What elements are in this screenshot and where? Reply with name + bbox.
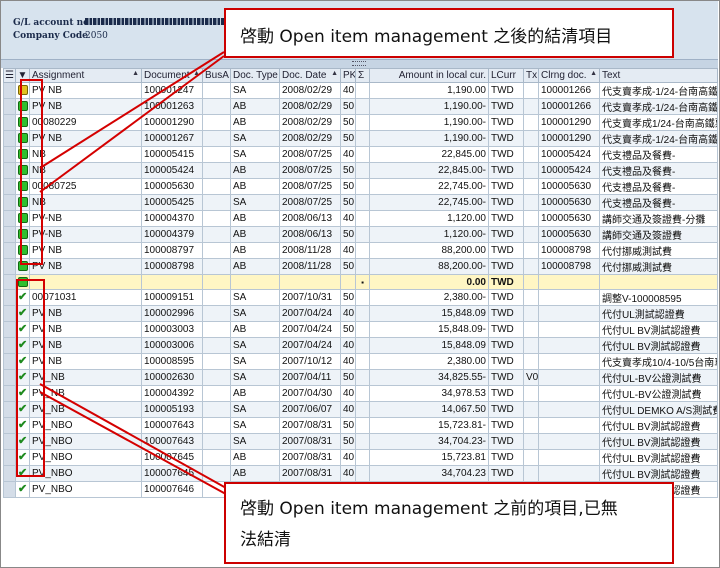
- arrow-line-bottom-2: [39, 391, 245, 505]
- annotation-callout-bottom: 啓動 Open item management 之前的項目,已無 法結清: [224, 482, 674, 564]
- annotation-text-bottom-line2: 法結清: [240, 530, 291, 550]
- arrow-line-top: [39, 51, 225, 169]
- annotation-callout-top: 啓動 Open item management 之後的結清項目: [224, 8, 674, 58]
- annotation-text-top: 啓動 Open item management 之後的結清項目: [240, 27, 613, 47]
- arrow-line-bottom: [39, 383, 245, 499]
- arrow-line-top-2: [39, 55, 225, 193]
- annotation-text-bottom-line1: 啓動 Open item management 之前的項目,已無: [240, 499, 618, 519]
